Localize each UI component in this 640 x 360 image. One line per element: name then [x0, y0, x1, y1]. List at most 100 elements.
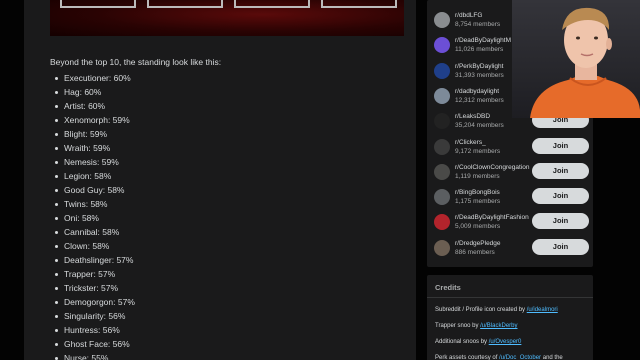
community-members: 31,393 members	[455, 71, 504, 79]
standing-item: Nurse: 55%	[50, 351, 135, 360]
bullet-icon	[55, 230, 58, 234]
banner-frame	[234, 0, 310, 8]
standing-item: Trapper: 57%	[50, 267, 135, 281]
community-members: 35,204 members	[455, 122, 504, 130]
bullet-icon	[55, 216, 58, 220]
join-button[interactable]: Join	[532, 137, 589, 154]
standing-text: Nurse: 55%	[64, 353, 109, 360]
standing-text: Huntress: 56%	[64, 325, 120, 335]
standing-text: Twins: 58%	[64, 199, 108, 209]
standing-text: Nemesis: 59%	[64, 157, 119, 167]
standing-text: Wraith: 59%	[64, 143, 111, 153]
community-avatar-icon[interactable]	[434, 37, 450, 54]
community-avatar-icon[interactable]	[434, 113, 450, 130]
community-row[interactable]: r/DredgePledge 886 members Join	[434, 237, 590, 261]
standing-item: Twins: 58%	[50, 197, 135, 211]
post-banner-image	[50, 0, 404, 36]
community-members: 1,119 members	[455, 172, 500, 180]
bullet-icon	[55, 314, 58, 318]
community-members: 12,312 members	[455, 96, 504, 104]
standing-item: Singularity: 56%	[50, 309, 135, 323]
standing-text: Ghost Face: 56%	[64, 339, 130, 349]
community-name[interactable]: r/DeadByDaylightM	[455, 37, 511, 44]
standing-item: Huntress: 56%	[50, 323, 135, 337]
community-name[interactable]: r/dadbydaylight	[455, 88, 499, 95]
credit-user-link[interactable]: /u/Doc_October	[499, 355, 541, 360]
community-members: 5,009 members	[455, 223, 501, 231]
credit-line: Subreddit / Profile icon created by /u/i…	[435, 307, 558, 313]
standing-item: Legion: 58%	[50, 169, 135, 183]
page-edge	[600, 118, 640, 360]
join-button[interactable]: Join	[532, 188, 589, 205]
community-row[interactable]: r/BingBongBois 1,175 members Join	[434, 186, 590, 210]
standing-text: Singularity: 56%	[64, 311, 126, 321]
community-avatar-icon[interactable]	[434, 189, 450, 206]
credit-user-link[interactable]: /u/Ovesper0	[489, 339, 522, 345]
standings-list: Executioner: 60% Hag: 60% Artist: 60% Xenom…	[50, 71, 135, 360]
community-name[interactable]: r/CoolClownCongregation	[455, 164, 529, 171]
standing-item: Artist: 60%	[50, 99, 135, 113]
credit-text: Subreddit / Profile icon created by	[435, 307, 527, 313]
community-name[interactable]: r/DeadByDaylightFashion	[455, 214, 529, 221]
community-row[interactable]: r/CoolClownCongregation 1,119 members Join	[434, 161, 590, 185]
community-members: 886 members	[455, 248, 495, 256]
community-avatar-icon[interactable]	[434, 62, 450, 79]
standing-text: Deathslinger: 57%	[64, 255, 134, 265]
bullet-icon	[55, 188, 58, 192]
community-row[interactable]: r/DeadByDaylightFashion 5,009 members Join	[434, 211, 590, 235]
standing-item: Deathslinger: 57%	[50, 253, 135, 267]
banner-frame	[147, 0, 223, 8]
community-avatar-icon[interactable]	[434, 239, 450, 256]
credit-text: Trapper snoo by	[435, 323, 481, 329]
credit-user-link[interactable]: /u/BlackDerby	[480, 323, 517, 329]
banner-frame	[60, 0, 136, 8]
post-body: Beyond the top 10, the standing look lik…	[24, 0, 416, 360]
join-button[interactable]: Join	[532, 213, 589, 230]
credit-suffix: and the	[541, 355, 563, 360]
bullet-icon	[55, 90, 58, 94]
community-name[interactable]: r/Clickers_	[455, 139, 486, 146]
standing-text: Oni: 58%	[64, 213, 99, 223]
bullet-icon	[55, 146, 58, 150]
standing-item: Blight: 59%	[50, 127, 135, 141]
bullet-icon	[55, 300, 58, 304]
credit-line: Additional snoos by /u/Ovesper0	[435, 339, 521, 345]
bullet-icon	[55, 258, 58, 262]
community-name[interactable]: r/DredgePledge	[455, 240, 501, 247]
join-button[interactable]: Join	[532, 238, 589, 255]
community-name[interactable]: r/BingBongBois	[455, 189, 500, 196]
divider	[427, 297, 593, 298]
standing-text: Xenomorph: 59%	[64, 115, 130, 125]
community-name[interactable]: r/dbdLFG	[455, 12, 482, 19]
standing-item: Oni: 58%	[50, 211, 135, 225]
standings-intro: Beyond the top 10, the standing look lik…	[50, 57, 222, 67]
credit-user-link[interactable]: /u/idealmori	[527, 307, 558, 313]
community-members: 1,175 members	[455, 198, 501, 206]
community-avatar-icon[interactable]	[434, 214, 450, 231]
standing-item: Executioner: 60%	[50, 71, 135, 85]
community-row[interactable]: r/Clickers_ 9,172 members Join	[434, 136, 590, 160]
standing-text: Cannibal: 58%	[64, 227, 120, 237]
join-button[interactable]: Join	[532, 162, 589, 179]
bullet-icon	[55, 272, 58, 276]
streamer-video	[530, 7, 640, 118]
bullet-icon	[55, 244, 58, 248]
community-avatar-icon[interactable]	[434, 138, 450, 155]
credit-text: Perk assets courtesy of	[435, 355, 500, 360]
standing-item: Wraith: 59%	[50, 141, 135, 155]
bullet-icon	[55, 132, 58, 136]
community-avatar-icon[interactable]	[434, 163, 450, 180]
bullet-icon	[55, 118, 58, 122]
standing-text: Legion: 58%	[64, 171, 112, 181]
community-avatar-icon[interactable]	[434, 12, 450, 28]
bullet-icon	[55, 202, 58, 206]
bullet-icon	[55, 342, 58, 346]
community-name[interactable]: r/PerkByDaylight	[455, 63, 503, 70]
community-members: 8,754 members	[455, 21, 501, 28]
community-name[interactable]: r/LeaksDBD	[455, 113, 490, 120]
community-members: 9,172 members	[455, 147, 501, 155]
bullet-icon	[55, 160, 58, 164]
credit-text: Additional snoos by	[435, 339, 489, 345]
community-avatar-icon[interactable]	[434, 87, 450, 104]
standing-text: Artist: 60%	[64, 101, 106, 111]
